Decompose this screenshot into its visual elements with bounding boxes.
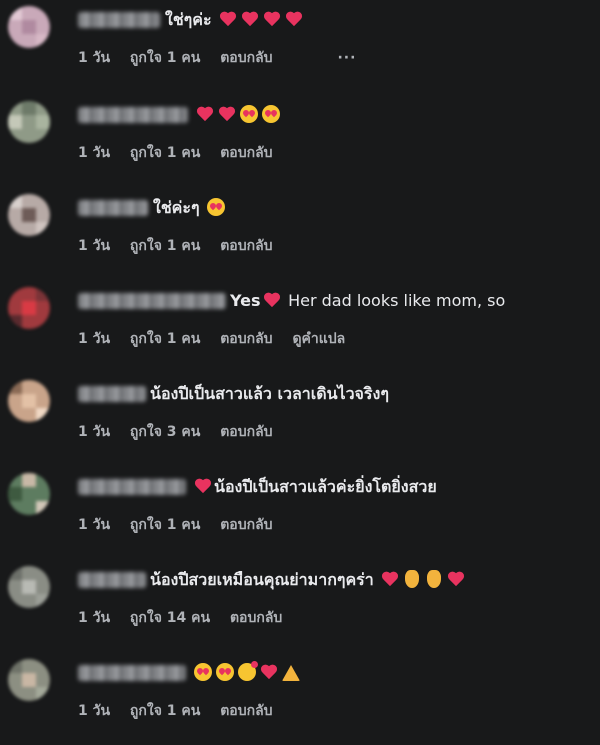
- avatar[interactable]: [8, 6, 50, 48]
- author-name[interactable]: [78, 572, 146, 588]
- comment-time[interactable]: 1 วัน: [78, 610, 110, 626]
- author-name[interactable]: [78, 107, 188, 123]
- comment-text: ใช่ค่ะๆ: [153, 197, 227, 219]
- reply-button[interactable]: ตอบกลับ: [220, 145, 272, 161]
- avatar[interactable]: [8, 659, 50, 701]
- heart-emoji-icon: [447, 570, 465, 588]
- like-button[interactable]: ถูกใจ 3 คน: [130, 424, 200, 440]
- reply-button[interactable]: ตอบกลับ: [220, 50, 272, 66]
- author-name[interactable]: [78, 200, 148, 216]
- comment-text: ใช่ๆค่ะ: [165, 9, 305, 31]
- like-button[interactable]: ถูกใจ 1 คน: [130, 50, 200, 66]
- reply-button[interactable]: ตอบกลับ: [220, 517, 272, 533]
- avatar[interactable]: [8, 473, 50, 515]
- author-name[interactable]: [78, 665, 186, 681]
- heart-eyes-emoji-icon: [262, 105, 280, 123]
- avatar[interactable]: [8, 566, 50, 608]
- reply-button[interactable]: ตอบกลับ: [230, 610, 282, 626]
- heart-eyes-emoji-icon: [194, 663, 212, 681]
- heart-eyes-emoji-icon: [216, 663, 234, 681]
- comment-item: ใช่ค่ะๆ 1 วัน ถูกใจ 1 คน ตอบกลับ: [0, 188, 600, 280]
- comment-item: น้องปีเป็นสาวแล้วค่ะยิ่งโตยิ่งสวย 1 วัน …: [0, 467, 600, 559]
- reply-button[interactable]: ตอบกลับ: [220, 331, 272, 347]
- reply-button[interactable]: ตอบกลับ: [220, 424, 272, 440]
- comment-text: น้องปีสวยเหมือนคุณย่ามากๆคร่า: [150, 569, 467, 591]
- comment-meta: 1 วัน ถูกใจ 1 คน ตอบกลับ ···: [78, 47, 371, 69]
- author-name[interactable]: [78, 479, 186, 495]
- comment-body: น้องปีสวยเหมือนคุณย่ามากๆคร่า: [150, 570, 374, 589]
- heart-emoji-icon: [218, 105, 236, 123]
- like-button[interactable]: ถูกใจ 1 คน: [130, 238, 200, 254]
- comment-meta: 1 วัน ถูกใจ 1 คน ตอบกลับ ดูคำแปล: [78, 328, 360, 350]
- heart-eyes-emoji-icon: [207, 198, 226, 216]
- comment-time[interactable]: 1 วัน: [78, 517, 110, 533]
- comment-item: 1 วัน ถูกใจ 1 คน ตอบกลับ: [0, 95, 600, 187]
- avatar[interactable]: [8, 101, 50, 143]
- like-button[interactable]: ถูกใจ 14 คน: [130, 610, 210, 626]
- comment-item: ใช่ๆค่ะ 1 วัน ถูกใจ 1 คน ตอบกลับ ···: [0, 0, 600, 92]
- comment-body: ใช่ค่ะๆ: [153, 198, 200, 217]
- more-options-icon[interactable]: ···: [337, 50, 356, 66]
- comment-time[interactable]: 1 วัน: [78, 50, 110, 66]
- comment-body-continued: Her dad looks like mom, so: [288, 291, 506, 310]
- like-button[interactable]: ถูกใจ 1 คน: [130, 145, 200, 161]
- comment-meta: 1 วัน ถูกใจ 3 คน ตอบกลับ: [78, 421, 288, 443]
- heart-emoji-icon: [381, 570, 399, 588]
- comment-time[interactable]: 1 วัน: [78, 703, 110, 719]
- like-button[interactable]: ถูกใจ 1 คน: [130, 331, 200, 347]
- author-name[interactable]: [78, 12, 160, 28]
- comment-text: [194, 104, 282, 126]
- avatar[interactable]: [8, 287, 50, 329]
- comment-body: Yes: [230, 291, 261, 310]
- heart-emoji-icon: [194, 477, 212, 495]
- comment-meta: 1 วัน ถูกใจ 1 คน ตอบกลับ: [78, 142, 288, 164]
- smiling-face-with-hearts-emoji-icon: [238, 661, 258, 681]
- comment-text: Yes Her dad looks like mom, so: [230, 290, 505, 312]
- comment-item: น้องปีสวยเหมือนคุณย่ามากๆคร่า 1 วัน ถูกใ…: [0, 560, 600, 652]
- author-name[interactable]: [78, 293, 226, 309]
- heart-eyes-emoji-icon: [240, 105, 258, 123]
- comment-time[interactable]: 1 วัน: [78, 424, 110, 440]
- comment-item: น้องปีเป็นสาวแล้ว เวลาเดินไวจริงๆ 1 วัน …: [0, 374, 600, 466]
- heart-emoji-icon: [263, 10, 281, 28]
- author-name[interactable]: [78, 386, 146, 402]
- comment-item: 1 วัน ถูกใจ 1 คน ตอบกลับ: [0, 653, 600, 745]
- comment-meta: 1 วัน ถูกใจ 14 คน ตอบกลับ: [78, 607, 297, 629]
- comment-meta: 1 วัน ถูกใจ 1 คน ตอบกลับ: [78, 235, 288, 257]
- avatar[interactable]: [8, 194, 50, 236]
- folded-hands-emoji-icon: [282, 665, 300, 681]
- see-translation-button[interactable]: ดูคำแปล: [292, 331, 345, 347]
- heart-emoji-icon: [196, 105, 214, 123]
- comment-time[interactable]: 1 วัน: [78, 238, 110, 254]
- comment-item: Yes Her dad looks like mom, so 1 วัน ถูก…: [0, 281, 600, 373]
- comment-body: น้องปีเป็นสาวแล้วค่ะยิ่งโตยิ่งสวย: [214, 477, 437, 496]
- comment-meta: 1 วัน ถูกใจ 1 คน ตอบกลับ: [78, 514, 288, 536]
- heart-emoji-icon: [260, 663, 278, 681]
- heart-emoji-icon: [241, 10, 259, 28]
- like-button[interactable]: ถูกใจ 1 คน: [130, 517, 200, 533]
- heart-emoji-icon: [285, 10, 303, 28]
- like-button[interactable]: ถูกใจ 1 คน: [130, 703, 200, 719]
- pinched-fingers-emoji-icon: [405, 570, 420, 588]
- heart-emoji-icon: [219, 10, 237, 28]
- comment-body: น้องปีเป็นสาวแล้ว เวลาเดินไวจริงๆ: [150, 384, 389, 403]
- comment-meta: 1 วัน ถูกใจ 1 คน ตอบกลับ: [78, 700, 288, 722]
- comment-text: [192, 661, 302, 684]
- comment-text: น้องปีเป็นสาวแล้วค่ะยิ่งโตยิ่งสวย: [192, 476, 437, 498]
- comment-body: ใช่ๆค่ะ: [165, 10, 212, 29]
- reply-button[interactable]: ตอบกลับ: [220, 238, 272, 254]
- avatar[interactable]: [8, 380, 50, 422]
- comment-time[interactable]: 1 วัน: [78, 331, 110, 347]
- pinched-fingers-emoji-icon: [427, 570, 442, 588]
- heart-emoji-icon: [263, 291, 281, 309]
- comment-time[interactable]: 1 วัน: [78, 145, 110, 161]
- comment-text: น้องปีเป็นสาวแล้ว เวลาเดินไวจริงๆ: [150, 383, 389, 405]
- reply-button[interactable]: ตอบกลับ: [220, 703, 272, 719]
